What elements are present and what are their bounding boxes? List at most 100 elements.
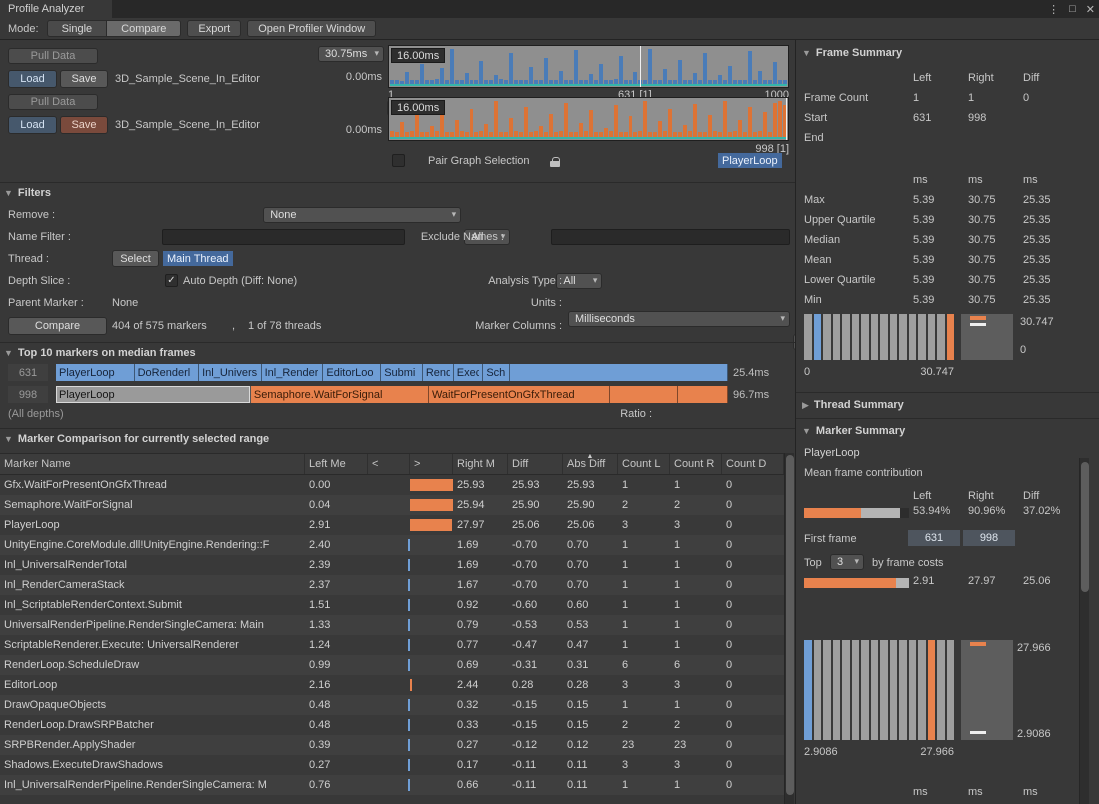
compare-button[interactable]: Compare bbox=[8, 317, 107, 335]
table-row[interactable]: Shadows.ExecuteDrawShadows0.270.17-0.110… bbox=[0, 755, 784, 775]
chevron-down-icon: ▾ bbox=[593, 275, 598, 286]
column-right-bar[interactable]: > bbox=[410, 454, 453, 474]
table-row[interactable]: DrawOpaqueObjects0.480.32-0.150.15110 bbox=[0, 695, 784, 715]
pull-data-right-button[interactable]: Pull Data bbox=[8, 94, 98, 110]
summary-row-value: 631 bbox=[913, 112, 968, 124]
open-profiler-button[interactable]: Open Profiler Window bbox=[247, 20, 376, 37]
column-marker-name[interactable]: Marker Name bbox=[0, 454, 305, 474]
menu-icon[interactable]: ⋮ bbox=[1048, 3, 1059, 16]
table-row[interactable]: SRPBRender.ApplyShader0.390.27-0.120.122… bbox=[0, 735, 784, 755]
maximize-icon[interactable]: □ bbox=[1069, 3, 1076, 15]
top10-segment[interactable]: Inl_Univers bbox=[199, 364, 261, 381]
summary-scrollbar-thumb[interactable] bbox=[1081, 462, 1089, 592]
column-right-median[interactable]: Right M bbox=[453, 454, 508, 474]
depth-mode-dropdown[interactable]: All ▾ bbox=[556, 273, 602, 289]
table-row[interactable]: Inl_RenderCameraStack2.371.67-0.700.7011… bbox=[0, 575, 784, 595]
filters-header[interactable]: ▼ Filters bbox=[4, 187, 51, 199]
top10-frame-right[interactable]: 998 bbox=[8, 386, 48, 403]
top10-segment[interactable]: EditorLoo bbox=[323, 364, 381, 381]
save-left-button[interactable]: Save bbox=[60, 70, 108, 88]
top10-segment[interactable]: Rende bbox=[423, 364, 454, 381]
column-count-left[interactable]: Count L bbox=[618, 454, 670, 474]
frame-range-box[interactable] bbox=[961, 314, 1013, 360]
marker-comparison-header[interactable]: ▼ Marker Comparison for currently select… bbox=[4, 433, 269, 445]
load-right-button[interactable]: Load bbox=[8, 116, 57, 134]
save-right-button[interactable]: Save bbox=[60, 116, 108, 134]
close-icon[interactable]: ✕ bbox=[1086, 3, 1095, 16]
top10-segment[interactable] bbox=[510, 364, 728, 381]
top10-bar-right[interactable]: PlayerLoopSemaphore.WaitForSignalWaitFor… bbox=[56, 386, 728, 403]
table-row[interactable]: UniversalRenderPipeline.RenderSingleCame… bbox=[0, 615, 784, 635]
exclude-names-input[interactable] bbox=[551, 229, 790, 245]
column-count-right[interactable]: Count R bbox=[670, 454, 722, 474]
mode-single-button[interactable]: Single bbox=[47, 20, 108, 37]
table-row[interactable]: UnityEngine.CoreModule.dll!UnityEngine.R… bbox=[0, 535, 784, 555]
column-left-median[interactable]: Left Me bbox=[305, 454, 368, 474]
marker-summary-header[interactable]: ▼ Marker Summary bbox=[802, 425, 905, 437]
top10-header[interactable]: ▼ Top 10 markers on median frames bbox=[4, 347, 196, 359]
table-row[interactable]: RenderLoop.ScheduleDraw0.990.69-0.310.31… bbox=[0, 655, 784, 675]
table-row[interactable]: RenderLoop.DrawSRPBatcher0.480.33-0.150.… bbox=[0, 715, 784, 735]
table-row[interactable]: Inl_ScriptableRenderContext.Submit1.510.… bbox=[0, 595, 784, 615]
mode-compare-button[interactable]: Compare bbox=[107, 20, 181, 37]
table-row[interactable]: EditorLoop2.162.440.280.28330 bbox=[0, 675, 784, 695]
window-title: Profile Analyzer bbox=[8, 3, 84, 15]
table-row[interactable]: Inl_UniversalRenderTotal2.391.69-0.700.7… bbox=[0, 555, 784, 575]
histogram-bar bbox=[852, 314, 860, 360]
frame-distribution-histogram[interactable] bbox=[804, 314, 954, 360]
window-tab[interactable]: Profile Analyzer bbox=[0, 0, 112, 18]
top10-bar-left[interactable]: PlayerLoopDoRenderlInl_UniversInl_Render… bbox=[56, 364, 728, 381]
top10-frame-left[interactable]: 631 bbox=[8, 364, 48, 381]
thread-chip[interactable]: Main Thread bbox=[163, 251, 233, 266]
first-frame-right-button[interactable]: 998 bbox=[963, 530, 1015, 546]
top10-segment[interactable]: Submi bbox=[381, 364, 423, 381]
table-scrollbar-thumb[interactable] bbox=[786, 455, 794, 795]
first-frame-left-button[interactable]: 631 bbox=[908, 530, 960, 546]
table-row[interactable]: Gfx.WaitForPresentOnGfxThread0.0025.9325… bbox=[0, 475, 784, 495]
top10-segment[interactable]: Inl_Render bbox=[262, 364, 324, 381]
table-scrollbar[interactable] bbox=[784, 453, 794, 804]
frame-summary-col-headers: Left Right Diff bbox=[796, 68, 1099, 88]
selected-marker-chip[interactable]: PlayerLoop bbox=[718, 153, 782, 168]
column-count-diff[interactable]: Count D bbox=[722, 454, 784, 474]
name-filter-input[interactable] bbox=[162, 229, 405, 245]
table-row[interactable]: PlayerLoop2.9127.9725.0625.06330 bbox=[0, 515, 784, 535]
table-row[interactable]: Semaphore.WaitForSignal0.0425.9425.9025.… bbox=[0, 495, 784, 515]
frame-time-graph-left[interactable]: 16.00ms bbox=[388, 45, 789, 88]
left-bar-cell bbox=[368, 595, 410, 615]
top10-segment[interactable] bbox=[678, 386, 728, 403]
auto-depth-checkbox[interactable]: ✓ bbox=[165, 274, 178, 287]
parent-marker-value: None bbox=[112, 297, 138, 309]
summary-scrollbar[interactable] bbox=[1079, 458, 1089, 804]
top10-segment[interactable]: Exec bbox=[454, 364, 484, 381]
pull-data-left-button[interactable]: Pull Data bbox=[8, 48, 98, 64]
pair-graph-checkbox[interactable] bbox=[392, 154, 405, 167]
load-left-button[interactable]: Load bbox=[8, 70, 57, 88]
thread-summary-header[interactable]: ▶ Thread Summary bbox=[802, 399, 904, 411]
thread-select-button[interactable]: Select bbox=[112, 250, 159, 267]
column-abs-diff[interactable]: ▲ Abs Diff bbox=[563, 454, 618, 474]
frame-time-bar bbox=[604, 128, 608, 138]
top10-segment[interactable]: Semaphore.WaitForSignal bbox=[251, 386, 429, 403]
lock-icon[interactable] bbox=[550, 157, 560, 167]
top10-segment[interactable]: WaitForPresentOnGfxThread bbox=[429, 386, 610, 403]
top10-segment[interactable]: Sch bbox=[483, 364, 510, 381]
marker-distribution-histogram[interactable] bbox=[804, 640, 954, 740]
top10-segment[interactable]: PlayerLoop bbox=[56, 364, 135, 381]
units-dropdown[interactable]: Milliseconds ▾ bbox=[568, 311, 790, 327]
export-button[interactable]: Export bbox=[187, 20, 241, 37]
top10-segment[interactable]: PlayerLoop bbox=[56, 386, 251, 403]
table-row[interactable]: ScriptableRenderer.Execute: UniversalRen… bbox=[0, 635, 784, 655]
remove-dropdown[interactable]: None ▾ bbox=[263, 207, 461, 223]
frame-time-graph-right[interactable]: 16.00ms bbox=[388, 97, 789, 141]
top10-segment[interactable]: DoRenderl bbox=[135, 364, 200, 381]
top10-segment[interactable] bbox=[610, 386, 677, 403]
table-row[interactable]: Inl_UniversalRenderPipeline.RenderSingle… bbox=[0, 775, 784, 795]
marker-range-box[interactable] bbox=[961, 640, 1013, 740]
column-diff[interactable]: Diff bbox=[508, 454, 563, 474]
summary-row-value: 1 bbox=[913, 92, 968, 104]
frame-summary-header[interactable]: ▼ Frame Summary bbox=[802, 47, 902, 59]
range-dropdown-left[interactable]: 30.75ms ▾ bbox=[318, 46, 384, 62]
top-n-dropdown[interactable]: 3 ▾ bbox=[830, 554, 864, 570]
column-left-bar[interactable]: < bbox=[368, 454, 410, 474]
